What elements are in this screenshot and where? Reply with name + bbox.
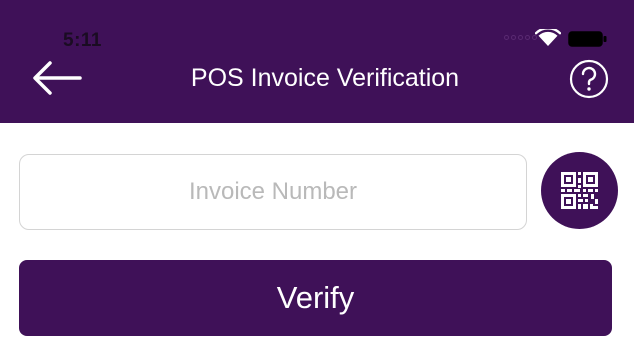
qr-code-icon <box>561 172 598 209</box>
question-circle-icon <box>569 59 609 99</box>
help-button[interactable] <box>569 59 609 99</box>
status-bar-time: 5:11 <box>63 30 102 51</box>
invoice-number-input[interactable] <box>19 154 527 230</box>
app-header: 5:11 POS Invoice Verification <box>0 0 634 123</box>
wifi-icon <box>535 29 561 46</box>
app-screen: 5:11 POS Invoice Verification Invoice Nu… <box>0 0 634 338</box>
cellular-signal-icon <box>504 35 537 40</box>
battery-icon <box>568 31 607 47</box>
scan-qr-button[interactable] <box>541 152 618 229</box>
page-title: POS Invoice Verification <box>190 64 460 92</box>
verify-button[interactable]: Verify <box>19 260 612 336</box>
